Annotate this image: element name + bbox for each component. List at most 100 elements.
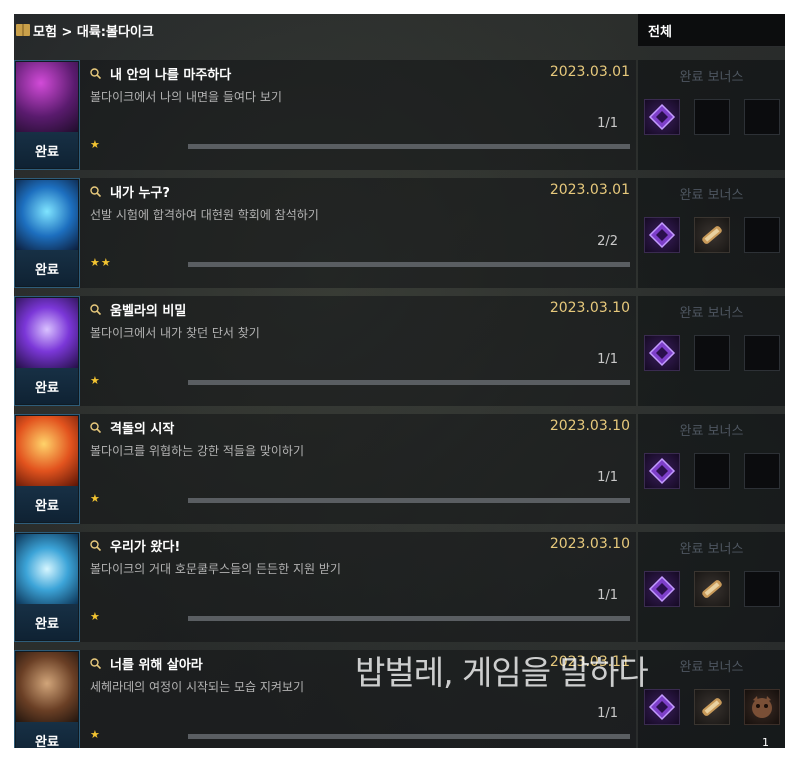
scroll-reward-icon[interactable] <box>694 571 730 607</box>
star-rating: ★ <box>90 138 101 151</box>
empty-reward-slot <box>744 335 780 371</box>
empty-reward-slot <box>694 335 730 371</box>
quest-description: 볼다이크를 위협하는 강한 적들을 맞이하기 <box>90 444 304 458</box>
progress-bar-fill <box>188 380 630 385</box>
status-badge: 완료 <box>16 486 78 522</box>
quest-title[interactable]: 너를 위해 살아라 <box>110 654 203 673</box>
scroll-reward-icon[interactable] <box>694 689 730 725</box>
quest-title[interactable]: 내가 누구? <box>110 182 170 201</box>
star-rating: ★★ <box>90 256 112 269</box>
quest-icon-frame: 완료 <box>14 178 80 288</box>
quest-icon-frame: 완료 <box>14 532 80 642</box>
quest-progress-count: 1/1 <box>597 352 618 367</box>
progress-bar <box>188 144 630 149</box>
search-icon[interactable] <box>90 422 101 433</box>
quest-icon-frame: 완료 <box>14 296 80 406</box>
progress-bar-fill <box>188 616 630 621</box>
completion-bonus-panel: 완료 보너스 <box>638 178 785 288</box>
reward-count: 1 <box>762 736 769 748</box>
status-badge: 완료 <box>16 132 78 168</box>
quest-description: 볼다이크에서 나의 내면을 들여다 보기 <box>90 90 282 104</box>
progress-bar-fill <box>188 262 630 267</box>
magic-orb-icon <box>16 298 78 368</box>
breadcrumb[interactable]: 모험 > 대륙:볼다이크 <box>14 14 636 46</box>
quest-progress-count: 2/2 <box>597 234 618 249</box>
completion-bonus-panel: 완료 보너스 <box>638 650 785 748</box>
purple-gem-reward-icon[interactable] <box>644 335 680 371</box>
completion-bonus-panel: 완료 보너스 <box>638 532 785 642</box>
empty-reward-slot <box>744 453 780 489</box>
completion-bonus-panel: 완료 보너스 <box>638 296 785 406</box>
quest-description: 볼다이크의 거대 호문쿨루스들의 든든한 지원 받기 <box>90 562 341 576</box>
quest-date: 2023.03.10 <box>549 300 630 316</box>
star-rating: ★ <box>90 728 101 741</box>
status-badge: 완료 <box>16 250 78 286</box>
empty-reward-slot <box>744 571 780 607</box>
status-badge: 완료 <box>16 604 78 640</box>
quest-date: 2023.03.10 <box>549 418 630 434</box>
quest-row[interactable]: 완료 내 안의 나를 마주하다 2023.03.01 볼다이크에서 나의 내면을… <box>14 60 636 170</box>
quest-description: 세헤라데의 여정이 시작되는 모습 지켜보기 <box>90 680 304 694</box>
quest-title[interactable]: 격돌의 시작 <box>110 418 174 437</box>
purple-gem-reward-icon[interactable] <box>644 689 680 725</box>
quest-date: 2023.03.01 <box>549 64 630 80</box>
adventure-window: 모험 > 대륙:볼다이크 전체 완료 내 안의 나를 마주하다 2023.03.… <box>14 14 785 748</box>
purple-gem-reward-icon[interactable] <box>644 99 680 135</box>
empty-reward-slot <box>694 99 730 135</box>
completion-bonus-label: 완료 보너스 <box>679 306 744 321</box>
purple-gem-reward-icon[interactable] <box>644 217 680 253</box>
status-badge: 완료 <box>16 722 78 748</box>
progress-bar <box>188 498 630 503</box>
purple-gem-reward-icon[interactable] <box>644 453 680 489</box>
quest-progress-count: 1/1 <box>597 706 618 721</box>
completion-bonus-label: 완료 보너스 <box>679 660 744 675</box>
star-rating: ★ <box>90 374 101 387</box>
golem-icon <box>16 534 78 604</box>
glowing-face-icon <box>16 180 78 250</box>
progress-bar-fill <box>188 498 630 503</box>
progress-bar <box>188 616 630 621</box>
quest-progress-count: 1/1 <box>597 116 618 131</box>
purple-gem-reward-icon[interactable] <box>644 571 680 607</box>
empty-reward-slot <box>694 453 730 489</box>
filter-label: 전체 <box>648 24 672 40</box>
quest-title[interactable]: 우리가 왔다! <box>110 536 180 555</box>
quest-icon-frame: 완료 <box>14 650 80 748</box>
pet-reward-icon[interactable] <box>744 689 780 725</box>
progress-bar <box>188 734 630 739</box>
completion-bonus-label: 완료 보너스 <box>679 542 744 557</box>
completion-bonus-label: 완료 보너스 <box>679 70 744 85</box>
quest-description: 선발 시험에 합격하여 대현원 학회에 참석하기 <box>90 208 319 222</box>
quest-title[interactable]: 내 안의 나를 마주하다 <box>110 64 231 83</box>
completion-bonus-panel: 완료 보너스 <box>638 60 785 170</box>
scroll-reward-icon[interactable] <box>694 217 730 253</box>
completion-bonus-label: 완료 보너스 <box>679 424 744 439</box>
fire-icon <box>16 416 78 486</box>
star-rating: ★ <box>90 610 101 623</box>
search-icon[interactable] <box>90 304 101 315</box>
quest-title[interactable]: 움벨라의 비밀 <box>110 300 186 319</box>
progress-bar <box>188 262 630 267</box>
completion-bonus-label: 완료 보너스 <box>679 188 744 203</box>
search-icon[interactable] <box>90 68 101 79</box>
creature-icon <box>16 652 78 722</box>
watermark-overlay-text: 밥벌레, 게임을 말하다 <box>355 653 649 692</box>
quest-row[interactable]: 완료 우리가 왔다! 2023.03.10 볼다이크의 거대 호문쿨루스들의 든… <box>14 532 636 642</box>
quest-progress-count: 1/1 <box>597 470 618 485</box>
quest-row[interactable]: 완료 움벨라의 비밀 2023.03.10 볼다이크에서 내가 찾던 단서 찾기… <box>14 296 636 406</box>
filter-dropdown[interactable]: 전체 <box>638 14 785 47</box>
quest-icon-frame: 완료 <box>14 414 80 524</box>
quest-progress-count: 1/1 <box>597 588 618 603</box>
quest-date: 2023.03.10 <box>549 536 630 552</box>
progress-bar-fill <box>188 144 630 149</box>
dark-figure-icon <box>16 62 78 132</box>
quest-description: 볼다이크에서 내가 찾던 단서 찾기 <box>90 326 260 340</box>
breadcrumb-text: 모험 > 대륙:볼다이크 <box>33 24 154 40</box>
search-icon[interactable] <box>90 658 101 669</box>
search-icon[interactable] <box>90 186 101 197</box>
search-icon[interactable] <box>90 540 101 551</box>
progress-bar-fill <box>188 734 630 739</box>
empty-reward-slot <box>744 217 780 253</box>
quest-row[interactable]: 완료 내가 누구? 2023.03.01 선발 시험에 합격하여 대현원 학회에… <box>14 178 636 288</box>
quest-row[interactable]: 완료 격돌의 시작 2023.03.10 볼다이크를 위협하는 강한 적들을 맞… <box>14 414 636 524</box>
